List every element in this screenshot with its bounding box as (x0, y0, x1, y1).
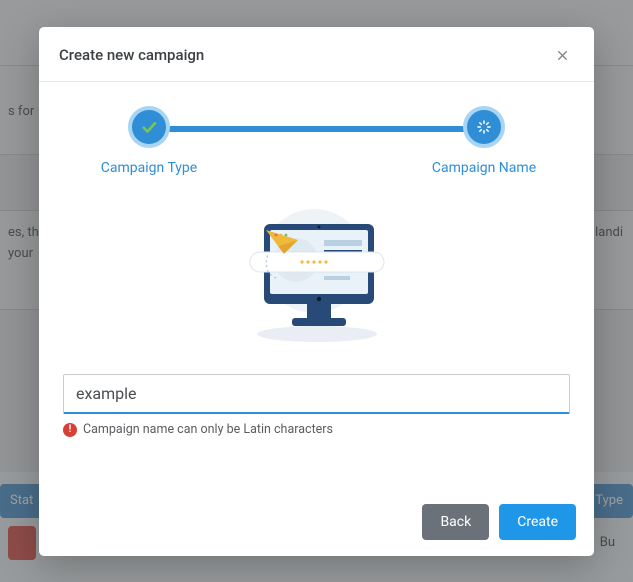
modal-footer: Back Create (39, 490, 594, 556)
step-campaign-type[interactable]: Campaign Type (89, 106, 209, 176)
step-bubble-active (463, 106, 505, 148)
spinner-icon (475, 118, 493, 136)
modal-body: Campaign Type (39, 82, 594, 490)
monitor-illustration-icon (232, 206, 402, 346)
error-icon: ! (63, 423, 77, 437)
modal-title: Create new campaign (59, 46, 204, 64)
close-icon (556, 49, 569, 62)
campaign-name-input[interactable] (63, 374, 570, 414)
check-icon (140, 118, 158, 136)
step-bubble-done (128, 106, 170, 148)
step-label: Campaign Type (89, 160, 209, 176)
campaign-name-field-wrap: ! Campaign name can only be Latin charac… (63, 374, 570, 437)
error-text: Campaign name can only be Latin characte… (83, 422, 333, 437)
create-button[interactable]: Create (499, 504, 576, 540)
wizard-stepper: Campaign Type (99, 106, 534, 182)
campaign-illustration (232, 206, 402, 346)
modal-header: Create new campaign (39, 27, 594, 82)
create-campaign-modal: Create new campaign Campaign Type (39, 27, 594, 556)
validation-error: ! Campaign name can only be Latin charac… (63, 422, 570, 437)
back-button[interactable]: Back (422, 504, 489, 540)
close-button[interactable] (550, 43, 574, 67)
step-campaign-name[interactable]: Campaign Name (424, 106, 544, 176)
step-label: Campaign Name (424, 160, 544, 176)
